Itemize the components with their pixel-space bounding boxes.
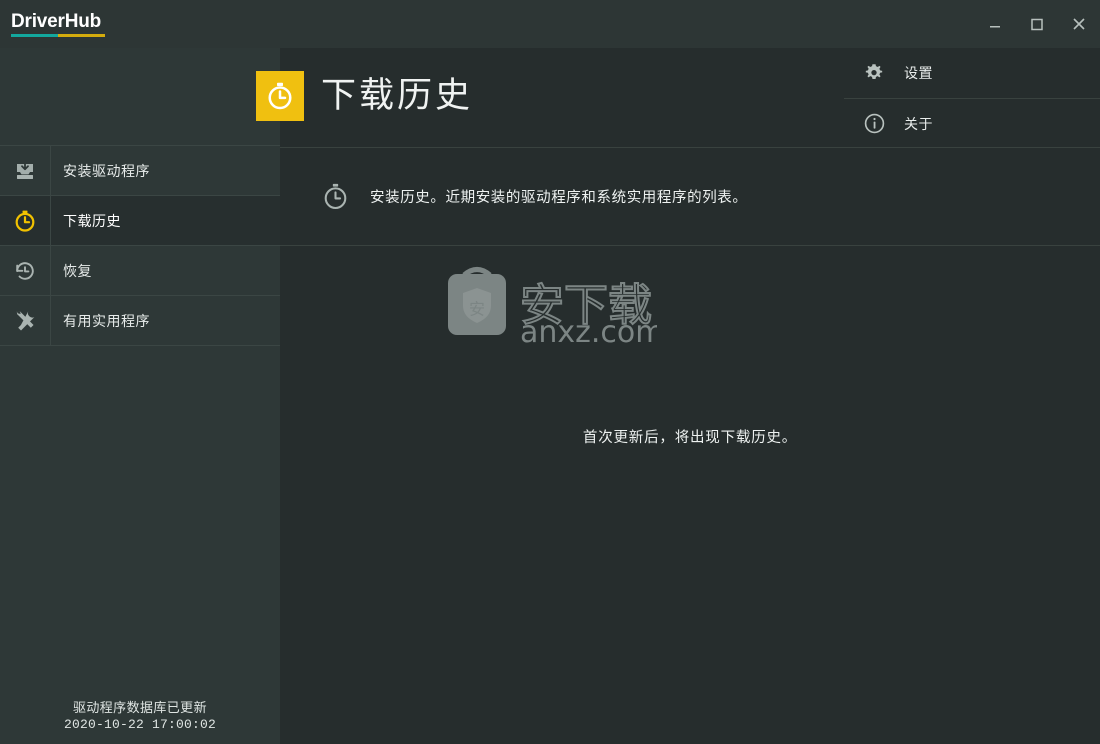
tools-icon xyxy=(0,296,51,345)
main-content: 下载历史 设置 关于 安装历史。近期安装的驱动程序和系统实用程序的列表。 安 安… xyxy=(256,48,1100,744)
close-button[interactable] xyxy=(1058,0,1100,48)
sidebar-item-useful-utilities[interactable]: 有用实用程序 xyxy=(0,296,280,346)
inbox-download-icon xyxy=(0,146,51,195)
maximize-button[interactable] xyxy=(1016,0,1058,48)
minimize-icon xyxy=(990,26,1000,28)
page-title-badge xyxy=(256,71,304,121)
stopwatch-icon xyxy=(268,82,292,110)
maximize-icon xyxy=(1031,18,1043,31)
sidebar-top-spacer xyxy=(0,48,280,145)
driverhub-window: DriverHub 安装驱动程序 下载历史 恢复 有用实用程序 驱动程序数据库已… xyxy=(0,0,1100,744)
sidebar-item-download-history[interactable]: 下载历史 xyxy=(0,196,280,246)
sidebar-item-label: 下载历史 xyxy=(63,212,121,229)
title-bar: DriverHub xyxy=(0,0,1100,48)
empty-state-message: 首次更新后，将出现下载历史。 xyxy=(582,430,798,446)
top-menu: 设置 关于 xyxy=(844,48,1100,148)
close-icon xyxy=(1073,18,1085,30)
svg-text:安: 安 xyxy=(469,300,485,319)
sidebar-footer: 驱动程序数据库已更新 2020-10-22 17:00:02 xyxy=(0,699,280,733)
info-circle-icon xyxy=(860,110,888,138)
app-logo-text: DriverHub xyxy=(11,10,102,32)
sidebar: 安装驱动程序 下载历史 恢复 有用实用程序 驱动程序数据库已更新 2020-10… xyxy=(0,48,280,744)
sidebar-item-restore[interactable]: 恢复 xyxy=(0,246,280,296)
sidebar-item-install-drivers[interactable]: 安装驱动程序 xyxy=(0,146,280,196)
app-logo-underline xyxy=(11,33,105,37)
page-header: 下载历史 设置 关于 xyxy=(256,48,1100,148)
menu-item-label: 设置 xyxy=(904,65,933,81)
empty-state: 安 安下载 anxz.com 首次更新后，将出现下载历史。 xyxy=(280,246,1100,546)
menu-item-about[interactable]: 关于 xyxy=(844,98,1100,148)
window-controls xyxy=(974,0,1100,48)
sidebar-nav: 安装驱动程序 下载历史 恢复 有用实用程序 xyxy=(0,145,280,346)
logo-underline-teal xyxy=(11,33,58,37)
database-updated-timestamp: 2020-10-22 17:00:02 xyxy=(63,717,217,732)
stopwatch-icon xyxy=(320,182,350,212)
menu-item-settings[interactable]: 设置 xyxy=(844,48,1100,98)
logo-underline-gold xyxy=(58,33,105,37)
watermark-domain: anxz.com xyxy=(520,315,657,350)
sidebar-item-label: 恢复 xyxy=(63,262,92,279)
database-updated-label: 驱动程序数据库已更新 xyxy=(72,700,207,715)
clock-icon xyxy=(0,196,51,245)
info-strip-text: 安装历史。近期安装的驱动程序和系统实用程序的列表。 xyxy=(370,190,748,206)
sidebar-item-label: 安装驱动程序 xyxy=(63,162,150,179)
app-logo: DriverHub xyxy=(11,10,105,37)
history-restore-icon xyxy=(0,246,51,295)
page-title: 下载历史 xyxy=(321,76,474,115)
sidebar-item-label: 有用实用程序 xyxy=(63,312,150,329)
menu-item-label: 关于 xyxy=(904,115,933,132)
minimize-button[interactable] xyxy=(974,0,1016,48)
watermark-bag-icon: 安 xyxy=(448,267,506,335)
watermark-logo: 安 安下载 anxz.com xyxy=(442,258,657,353)
gear-icon xyxy=(860,59,888,87)
info-strip: 安装历史。近期安装的驱动程序和系统实用程序的列表。 xyxy=(280,148,1100,246)
